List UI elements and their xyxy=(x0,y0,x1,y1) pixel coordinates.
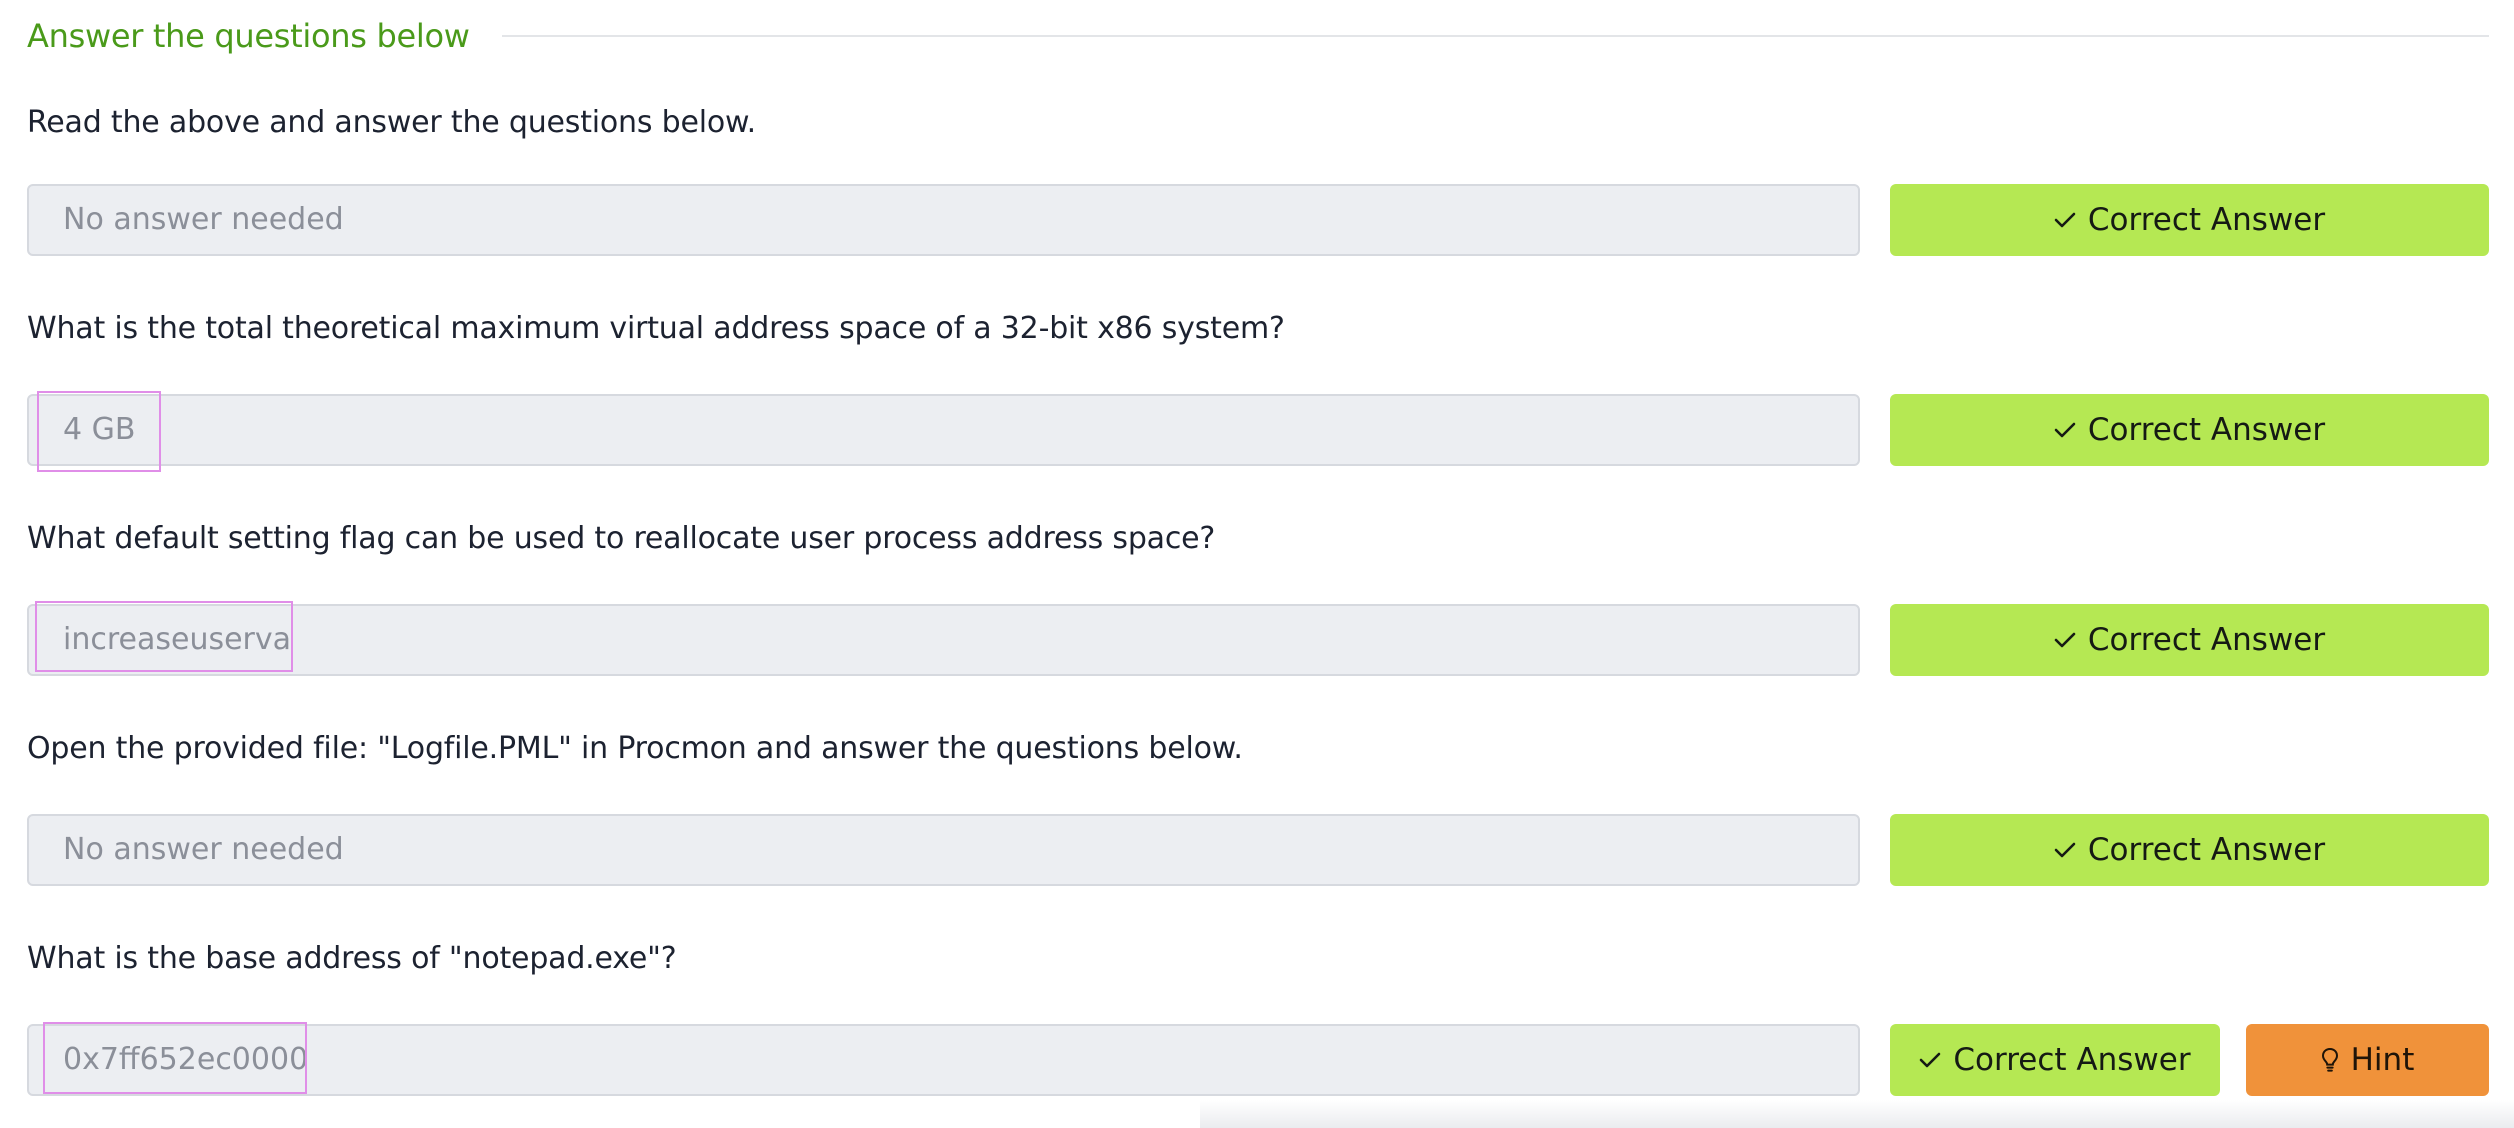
answer-field[interactable]: No answer needed xyxy=(27,814,1860,886)
lightbulb-icon xyxy=(2321,1047,2339,1073)
answer-row: increaseuserva Correct Answer xyxy=(27,601,2489,676)
highlight-box xyxy=(35,601,293,672)
correct-answer-button[interactable]: Correct Answer xyxy=(1890,604,2489,676)
correct-answer-button[interactable]: Correct Answer xyxy=(1890,1024,2220,1096)
correct-answer-button[interactable]: Correct Answer xyxy=(1890,814,2489,886)
highlight-box xyxy=(37,391,161,472)
check-icon xyxy=(2054,211,2076,229)
section-divider xyxy=(501,35,2489,37)
answer-value: No answer needed xyxy=(63,202,344,237)
check-icon xyxy=(2054,631,2076,649)
correct-answer-label: Correct Answer xyxy=(1953,1042,2191,1078)
highlight-box xyxy=(43,1022,307,1094)
correct-answer-label: Correct Answer xyxy=(2087,412,2326,448)
question-text: What is the base address of "notepad.exe… xyxy=(27,941,677,976)
answer-row: No answer needed Correct Answer xyxy=(27,184,2489,256)
check-icon xyxy=(2054,421,2076,439)
check-icon xyxy=(1919,1051,1941,1069)
answer-field[interactable]: increaseuserva xyxy=(27,604,1860,676)
answer-field[interactable]: 4 GB xyxy=(27,394,1860,466)
answer-row: No answer needed Correct Answer xyxy=(27,814,2489,886)
check-icon xyxy=(2054,841,2076,859)
answer-field[interactable]: No answer needed xyxy=(27,184,1860,256)
correct-answer-label: Correct Answer xyxy=(2087,622,2326,658)
answer-row: 4 GB Correct Answer xyxy=(27,391,2489,472)
correct-answer-label: Correct Answer xyxy=(2087,832,2326,868)
answer-value: No answer needed xyxy=(63,832,344,867)
question-text: What default setting flag can be used to… xyxy=(27,521,1216,556)
correct-answer-label: Correct Answer xyxy=(2087,202,2326,238)
bottom-shadow xyxy=(1200,1100,2514,1128)
section-title: Answer the questions below xyxy=(27,17,470,55)
answer-row: 0x7ff652ec0000 Correct Answer Hint xyxy=(27,1022,2489,1096)
question-text: Read the above and answer the questions … xyxy=(27,105,756,140)
question-text: What is the total theoretical maximum vi… xyxy=(27,311,1285,346)
question-text: Open the provided file: "Logfile.PML" in… xyxy=(27,731,1243,766)
section-header: Answer the questions below xyxy=(27,12,2489,60)
hint-label: Hint xyxy=(2350,1042,2415,1078)
hint-button[interactable]: Hint xyxy=(2246,1024,2489,1096)
correct-answer-button[interactable]: Correct Answer xyxy=(1890,184,2489,256)
correct-answer-button[interactable]: Correct Answer xyxy=(1890,394,2489,466)
